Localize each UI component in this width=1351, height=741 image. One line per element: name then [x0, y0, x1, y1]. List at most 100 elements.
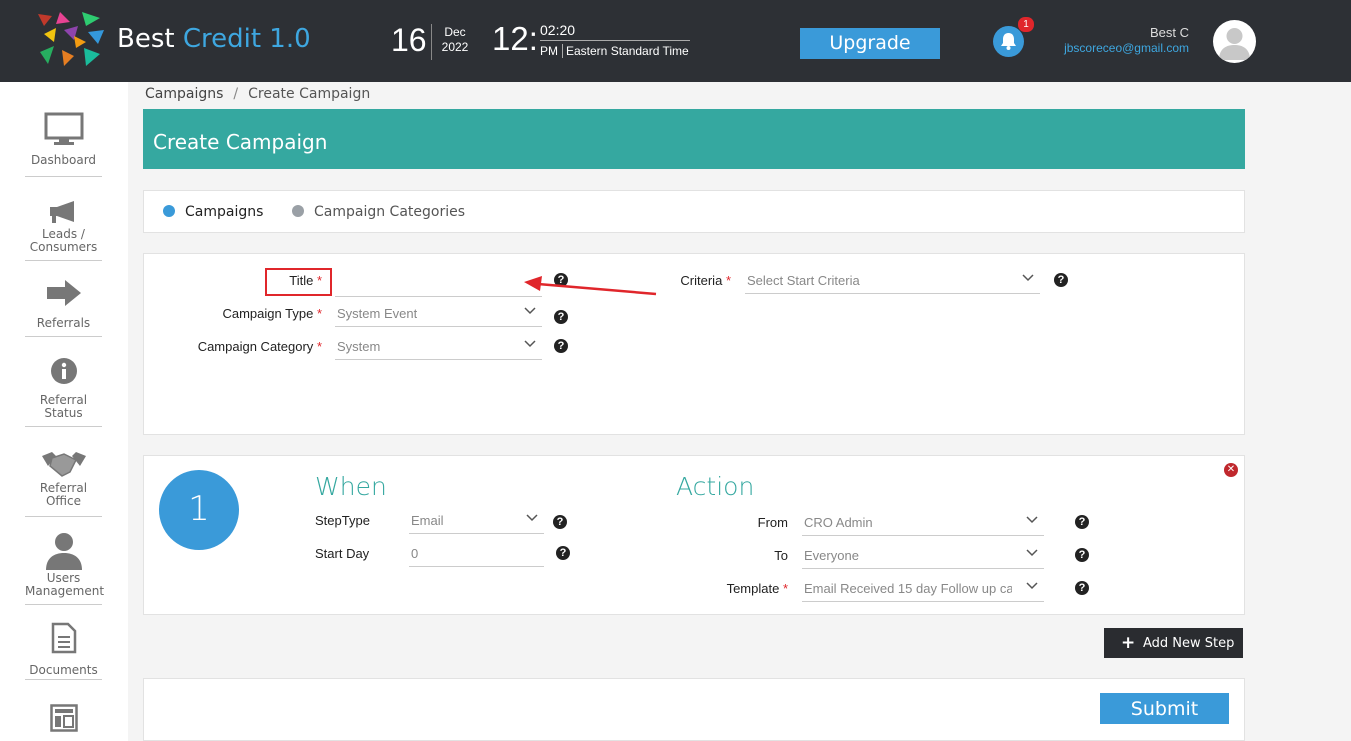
from-select[interactable]: CRO Admin: [802, 510, 1044, 536]
remove-step-close-icon[interactable]: ✕: [1224, 463, 1238, 477]
arrow-right-icon: [46, 280, 81, 306]
chevron-down-icon: [1022, 274, 1034, 282]
time-hour: 12:: [492, 20, 538, 57]
campaign-type-select[interactable]: System Event: [335, 301, 542, 327]
bell-icon: [1001, 33, 1016, 50]
from-label: From: [757, 515, 788, 530]
user-avatar[interactable]: [1213, 20, 1256, 63]
chevron-down-icon: [524, 307, 536, 315]
page-title: Create Campaign: [153, 130, 328, 154]
layout-icon: [49, 704, 78, 732]
to-value: Everyone: [804, 548, 859, 563]
upgrade-button[interactable]: Upgrade: [800, 28, 940, 59]
breadcrumb-current: Create Campaign: [248, 86, 371, 102]
tab-campaign-categories[interactable]: Campaign Categories: [292, 204, 465, 220]
time-divider: [540, 40, 690, 41]
sidebar-item-users-management[interactable]: Users Management: [25, 532, 105, 605]
megaphone-icon: [49, 201, 74, 223]
action-section-title: Action: [676, 472, 755, 501]
template-label: Template *: [690, 581, 788, 596]
user-email[interactable]: jbscoreceo@gmail.com: [1060, 41, 1189, 55]
add-new-step-button[interactable]: + Add New Step: [1104, 628, 1243, 658]
criteria-label-text: Criteria: [680, 273, 723, 288]
date-day: 16: [391, 22, 427, 58]
campaign-type-label: Campaign Type *: [170, 306, 322, 321]
template-value: Email Received 15 day Follow up ca: [804, 581, 1012, 596]
sidebar-item-label: Dashboard: [30, 153, 97, 167]
info-icon: [50, 358, 77, 384]
time-minute: 02:20: [540, 22, 576, 38]
template-select[interactable]: Email Received 15 day Follow up ca: [802, 576, 1044, 602]
plus-icon: +: [1121, 633, 1136, 653]
sidebar-item-label: Documents: [29, 663, 98, 677]
to-label: To: [774, 548, 788, 563]
handshake-icon: [41, 452, 86, 477]
steptype-select[interactable]: Email: [409, 508, 544, 534]
notification-badge: 1: [1018, 17, 1034, 32]
brand-title: Best Credit 1.0: [117, 24, 311, 54]
chevron-down-icon: [1026, 516, 1038, 524]
title-highlight-box: [265, 268, 332, 296]
criteria-help-icon[interactable]: ?: [1054, 273, 1068, 287]
breadcrumb: Campaigns / Create Campaign: [145, 86, 370, 102]
campaign-type-value: System Event: [337, 306, 418, 321]
tab-inactive-dot: [292, 205, 304, 217]
chevron-down-icon: [524, 340, 536, 348]
required-mark: *: [316, 339, 322, 354]
date-month: Dec: [444, 25, 466, 39]
avatar-icon: [1219, 28, 1250, 60]
to-select[interactable]: Everyone: [802, 543, 1044, 569]
sidebar-item-label-2: Management: [25, 584, 105, 598]
campaign-category-select[interactable]: System: [335, 334, 542, 360]
sidebar: Dashboard Leads / Consumers Referrals Re…: [0, 82, 128, 741]
campaign-category-help-icon[interactable]: ?: [554, 339, 568, 353]
breadcrumb-campaigns-link[interactable]: Campaigns: [145, 86, 223, 102]
template-label-text: Template: [726, 581, 780, 596]
tab-campaigns[interactable]: Campaigns: [163, 204, 263, 220]
step-number-badge: 1: [159, 470, 239, 550]
sidebar-item-dashboard[interactable]: Dashboard: [25, 112, 102, 177]
sidebar-item-documents[interactable]: Documents: [25, 622, 102, 680]
template-help-icon[interactable]: ?: [1075, 581, 1089, 595]
sidebar-item-referral-status[interactable]: Referral Status: [25, 357, 102, 427]
user-name[interactable]: Best C: [1060, 25, 1189, 40]
add-new-step-label: Add New Step: [1143, 636, 1235, 651]
from-help-icon[interactable]: ?: [1075, 515, 1089, 529]
criteria-select[interactable]: Select Start Criteria: [745, 268, 1040, 294]
monitor-icon: [44, 112, 83, 145]
submit-button[interactable]: Submit: [1100, 693, 1229, 724]
sidebar-item-label-2: Office: [45, 494, 82, 508]
chevron-down-icon: [526, 514, 538, 522]
sidebar-item-label-2: Consumers: [29, 240, 98, 254]
campaign-category-value: System: [337, 339, 381, 354]
steptype-label: StepType: [315, 513, 370, 528]
start-day-label: Start Day: [315, 546, 370, 561]
to-help-icon[interactable]: ?: [1075, 548, 1089, 562]
chevron-down-icon: [1026, 582, 1038, 590]
required-mark: *: [782, 581, 788, 596]
required-mark: *: [725, 273, 731, 288]
required-mark: *: [316, 306, 322, 321]
start-day-input[interactable]: 0: [409, 541, 544, 567]
chevron-down-icon: [1026, 549, 1038, 557]
title-input[interactable]: [335, 271, 542, 297]
campaign-type-label-text: Campaign Type: [222, 306, 314, 321]
time-zone: Eastern Standard Time: [566, 44, 689, 58]
sidebar-item-label-2: Status: [44, 406, 83, 420]
sidebar-item-leads-consumers[interactable]: Leads / Consumers: [25, 199, 102, 261]
annotation-arrow-icon: [524, 276, 657, 296]
brand-logo[interactable]: [34, 12, 106, 68]
sidebar-item-referral-office[interactable]: Referral Office: [25, 450, 102, 517]
from-value: CRO Admin: [804, 515, 873, 530]
date-year: 2022: [441, 40, 469, 54]
steptype-value: Email: [411, 513, 444, 528]
sidebar-item-layout[interactable]: [25, 704, 102, 741]
criteria-label: Criteria *: [640, 273, 731, 288]
steptype-help-icon[interactable]: ?: [553, 515, 567, 529]
breadcrumb-separator: /: [233, 86, 239, 102]
notification-bell-button[interactable]: [993, 26, 1024, 57]
campaign-type-help-icon[interactable]: ?: [554, 310, 568, 324]
brand-version: Credit 1.0: [182, 24, 311, 54]
start-day-help-icon[interactable]: ?: [556, 546, 570, 560]
sidebar-item-referrals[interactable]: Referrals: [25, 278, 102, 337]
